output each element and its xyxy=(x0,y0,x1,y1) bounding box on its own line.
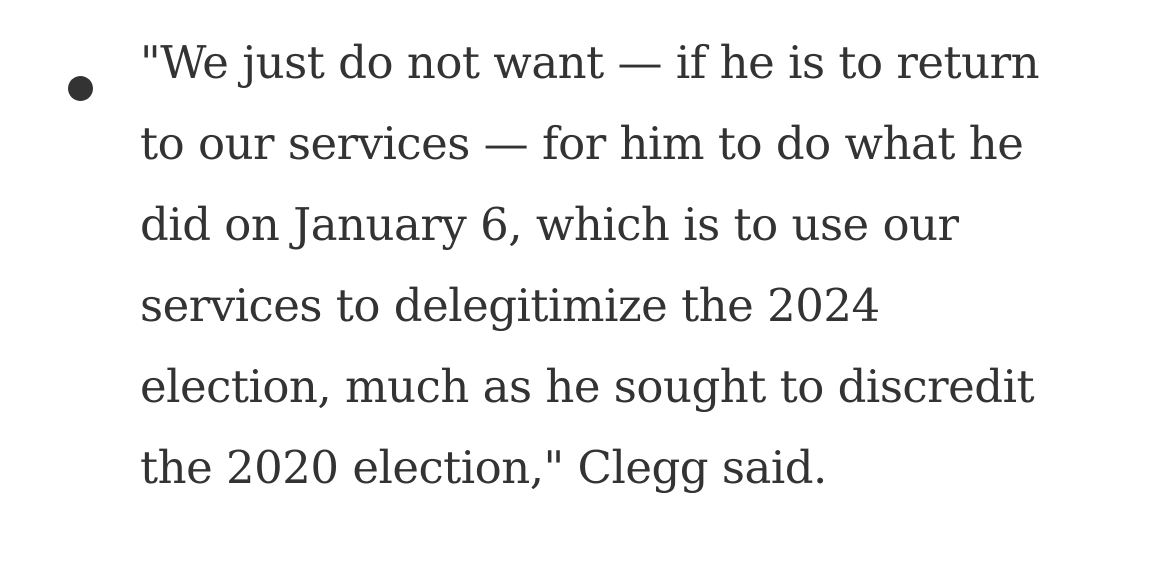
quote-paragraph: "We just do not want — if he is to retur… xyxy=(140,22,1120,508)
quote-line: to our services — for him to do what he xyxy=(140,117,1024,170)
quote-line: "We just do not want — if he is to retur… xyxy=(140,36,1040,89)
article-body: "We just do not want — if he is to retur… xyxy=(0,0,1170,576)
list-item: "We just do not want — if he is to retur… xyxy=(0,22,1170,508)
quote-line: the 2020 election," Clegg said. xyxy=(140,441,827,494)
bullet-list: "We just do not want — if he is to retur… xyxy=(0,22,1170,508)
quote-line: services to delegitimize the 2024 xyxy=(140,279,880,332)
bullet-dot-icon xyxy=(68,76,93,101)
quote-line: did on January 6, which is to use our xyxy=(140,198,959,251)
quote-line: election, much as he sought to discredit xyxy=(140,360,1035,413)
